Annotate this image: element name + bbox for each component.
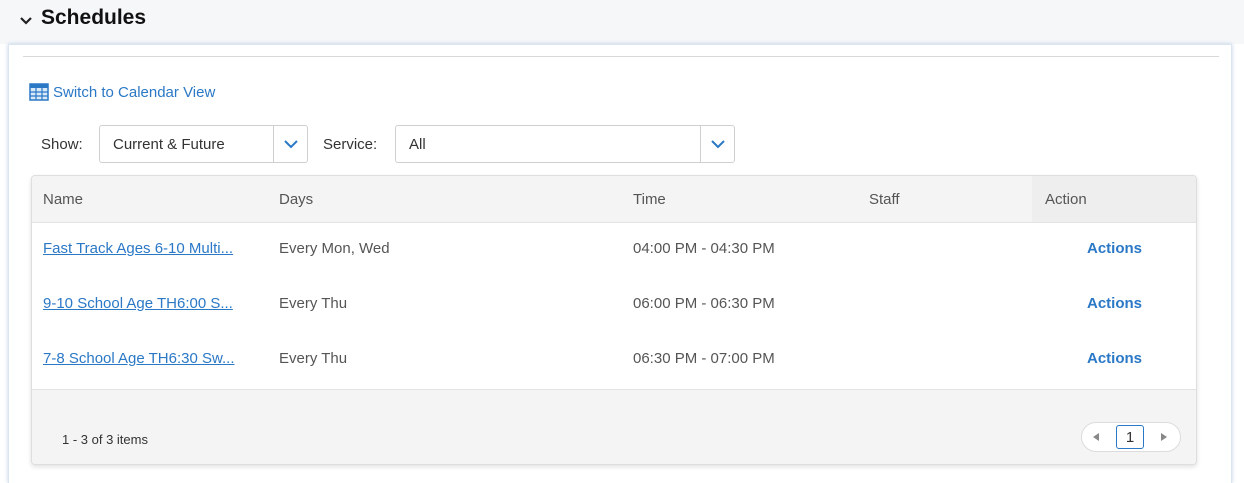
chevron-down-icon [710, 140, 725, 149]
switch-label[interactable]: Switch to Calendar View [53, 84, 215, 101]
prev-page-icon[interactable] [1092, 432, 1100, 442]
page-button-current[interactable]: 1 [1116, 425, 1144, 449]
schedule-name-link[interactable]: Fast Track Ages 6-10 Multi... [43, 240, 233, 257]
time-cell: 06:30 PM - 07:00 PM [633, 350, 775, 367]
days-cell: Every Thu [279, 295, 348, 312]
service-select-value: All [409, 136, 426, 153]
chevron-down-icon[interactable] [18, 13, 34, 29]
table-row: 9-10 School Age TH6:00 S... Every Thu 06… [32, 278, 1196, 333]
schedules-table: Name Days Time Staff Action Fast Track A… [31, 175, 1197, 465]
chevron-down-icon [283, 140, 298, 149]
column-header-staff[interactable]: Staff [869, 191, 900, 208]
column-header-days[interactable]: Days [279, 191, 313, 208]
actions-button[interactable]: Actions [1087, 295, 1142, 312]
days-cell: Every Mon, Wed [279, 240, 390, 257]
section-title: Schedules [41, 6, 147, 29]
show-select-value: Current & Future [113, 136, 225, 153]
actions-button[interactable]: Actions [1087, 240, 1142, 257]
column-header-time[interactable]: Time [633, 191, 666, 208]
schedule-name-link[interactable]: 9-10 School Age TH6:00 S... [43, 295, 233, 312]
service-label: Service: [323, 136, 378, 153]
time-cell: 04:00 PM - 04:30 PM [633, 240, 775, 257]
time-cell: 06:00 PM - 06:30 PM [633, 295, 775, 312]
switch-to-calendar-link[interactable]: Switch to Calendar View [29, 81, 215, 103]
schedule-name-link[interactable]: 7-8 School Age TH6:30 Sw... [43, 350, 235, 367]
items-count: 1 - 3 of 3 items [62, 432, 148, 447]
service-dropdown-button[interactable] [700, 126, 734, 162]
service-select[interactable]: All [395, 125, 735, 163]
table-row: 7-8 School Age TH6:30 Sw... Every Thu 06… [32, 333, 1196, 388]
section-header[interactable]: Schedules [0, 0, 1244, 44]
column-header-action: Action [1045, 191, 1087, 208]
actions-button[interactable]: Actions [1087, 350, 1142, 367]
table-footer: 1 - 3 of 3 items 1 [32, 389, 1196, 464]
schedules-panel: Switch to Calendar View Show: Current & … [8, 44, 1232, 483]
show-select[interactable]: Current & Future [99, 125, 308, 163]
days-cell: Every Thu [279, 350, 348, 367]
next-page-icon[interactable] [1160, 432, 1168, 442]
table-header: Name Days Time Staff Action [32, 176, 1196, 223]
calendar-grid-icon [29, 83, 49, 101]
column-header-name[interactable]: Name [43, 191, 83, 208]
show-dropdown-button[interactable] [273, 126, 307, 162]
show-label: Show: [41, 136, 83, 153]
divider [23, 56, 1219, 57]
table-row: Fast Track Ages 6-10 Multi... Every Mon,… [32, 223, 1196, 278]
pager: 1 [1081, 422, 1181, 452]
